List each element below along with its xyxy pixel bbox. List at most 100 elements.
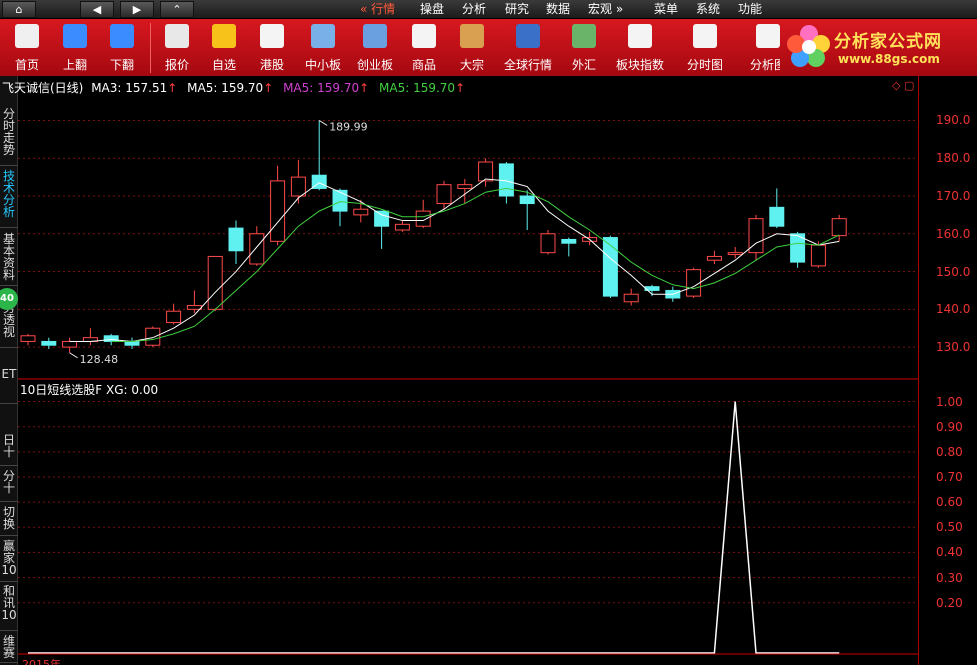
toolbar-button-1[interactable]: 上翻 <box>53 19 97 76</box>
toolbar-button-7[interactable]: 创业板 <box>349 19 401 76</box>
candle-up <box>540 233 556 254</box>
candle-up <box>810 244 826 267</box>
toolbar-label: 下翻 <box>109 58 134 72</box>
price-tick-label: 180.0 <box>936 151 971 166</box>
candle-down <box>41 340 57 346</box>
high-annotation: 189.99 <box>329 120 368 133</box>
menu-item-3[interactable]: 研究 <box>505 0 529 19</box>
candle-up <box>831 218 847 237</box>
left-tab-7[interactable]: 切换 <box>0 504 18 536</box>
candle-up <box>186 305 202 310</box>
top-navigation-bar: ⌂ ◀ ▶ ⌃ « 行情 操盘 分析 研究 数据 宏观 » 菜单 系统 功能 <box>0 0 977 19</box>
calendar-2-icon <box>412 24 436 48</box>
ma5b-arrow-icon: ↑ <box>359 81 370 95</box>
forward-nav-button[interactable]: ▶ <box>120 1 154 18</box>
low-annotation: 128.48 <box>80 353 119 366</box>
menu-item-5[interactable]: 宏观 » <box>588 0 623 19</box>
candle-chart-icon <box>756 24 780 48</box>
price-tick-label: 140.0 <box>936 302 971 317</box>
toolbar-button-3[interactable]: 报价 <box>155 19 199 76</box>
toolbar-button-6[interactable]: 中小板 <box>297 19 349 76</box>
candle-down <box>561 238 577 244</box>
calendar-1-icon <box>260 24 284 48</box>
candle-up <box>623 293 639 303</box>
high-pointer-icon <box>318 120 328 126</box>
toolbar-button-13[interactable]: 分时图 <box>679 19 731 76</box>
toolbar-button-5[interactable]: 港股 <box>250 19 294 76</box>
year-label: 2015年 <box>22 658 61 665</box>
candle-down <box>769 206 785 227</box>
toolbar-separator <box>150 23 151 73</box>
left-tab-5[interactable]: 日十 <box>0 432 18 466</box>
toolbar-button-10[interactable]: 全球行情 <box>498 19 558 76</box>
candle-up <box>727 252 743 256</box>
left-tab-10[interactable]: 维赛 <box>0 633 18 663</box>
toolbar-button-2[interactable]: 下翻 <box>100 19 144 76</box>
menu-item-0[interactable]: « 行情 <box>360 0 395 19</box>
home-nav-button[interactable]: ⌂ <box>2 1 36 18</box>
toolbar-label: 分时图 <box>686 58 723 72</box>
price-tick-label: 160.0 <box>936 226 971 241</box>
candle-up <box>20 335 36 342</box>
candle-up <box>394 223 410 231</box>
left-tab-4[interactable]: ET <box>0 366 18 404</box>
left-tab-8[interactable]: 赢家10 <box>0 538 18 582</box>
arrow-down-icon <box>110 24 134 48</box>
indicator-title: 10日短线选股F XG: 0.00 <box>20 383 159 397</box>
up-nav-button[interactable]: ⌃ <box>160 1 194 18</box>
candle-up <box>457 184 473 189</box>
toolbar-label: 报价 <box>164 58 189 72</box>
menu-item-8[interactable]: 功能 <box>738 0 762 19</box>
menu-item-6[interactable]: 菜单 <box>654 0 678 19</box>
candle-up <box>290 176 306 197</box>
ma3-arrow-icon: ↑ <box>167 81 178 95</box>
panel-controls-icon[interactable]: ◇ ▢ <box>892 79 914 92</box>
candle-up <box>436 184 452 205</box>
indicator-tick-label: 0.60 <box>936 495 963 510</box>
candle-down <box>332 189 348 212</box>
logo-title: 分析家公式网 <box>834 32 942 52</box>
left-tab-0[interactable]: 分时走势 <box>0 106 18 166</box>
toolbar-label: 首页 <box>14 58 39 72</box>
menu-item-7[interactable]: 系统 <box>696 0 720 19</box>
left-tab-9[interactable]: 和讯10 <box>0 583 18 631</box>
price-tick-label: 130.0 <box>936 340 971 355</box>
ma5a-arrow-icon: ↑ <box>263 81 274 95</box>
candle-down <box>602 237 618 297</box>
toolbar-label: 中小板 <box>304 58 341 72</box>
ma-line-ma3 <box>69 178 840 342</box>
ma5c-arrow-icon: ↑ <box>455 81 466 95</box>
toolbar-button-0[interactable]: 首页 <box>5 19 49 76</box>
candle-up <box>207 255 223 310</box>
left-tab-2[interactable]: 基本资料 <box>0 231 18 286</box>
candle-up <box>415 210 431 227</box>
flower-logo-icon <box>787 25 830 67</box>
left-tab-1[interactable]: 技术分析 <box>0 168 18 228</box>
toolbar-label: 上翻 <box>62 58 87 72</box>
candle-down <box>124 340 140 346</box>
yen-gold-icon <box>212 24 236 48</box>
candle-down <box>374 210 390 227</box>
left-tab-6[interactable]: 分十 <box>0 468 18 502</box>
back-nav-button[interactable]: ◀ <box>80 1 114 18</box>
calendar-3-icon <box>628 24 652 48</box>
toolbar-label: 自选 <box>211 58 236 72</box>
candle-down <box>228 227 244 252</box>
menu-item-2[interactable]: 分析 <box>462 0 486 19</box>
toolbar-button-4[interactable]: 自选 <box>202 19 246 76</box>
home-icon <box>15 24 39 48</box>
menu-item-4[interactable]: 数据 <box>546 0 570 19</box>
line-chart-icon <box>693 24 717 48</box>
ma5-value-b: MA5: 159.70 <box>283 81 360 95</box>
chart-canvas[interactable]: 189.99 128.48 <box>18 76 918 665</box>
toolbar-button-9[interactable]: 大宗 <box>450 19 494 76</box>
toolbar-label: 港股 <box>259 58 284 72</box>
toolbar-label: 大宗 <box>459 58 484 72</box>
indicator-tick-label: 0.50 <box>936 520 963 535</box>
toolbar-button-11[interactable]: 外汇 <box>562 19 606 76</box>
ma5-value-c: MA5: 159.70 <box>379 81 456 95</box>
toolbar-button-8[interactable]: 商品 <box>402 19 446 76</box>
panel-icon <box>311 24 335 48</box>
toolbar-button-12[interactable]: 板块指数 <box>610 19 670 76</box>
menu-item-1[interactable]: 操盘 <box>420 0 444 19</box>
